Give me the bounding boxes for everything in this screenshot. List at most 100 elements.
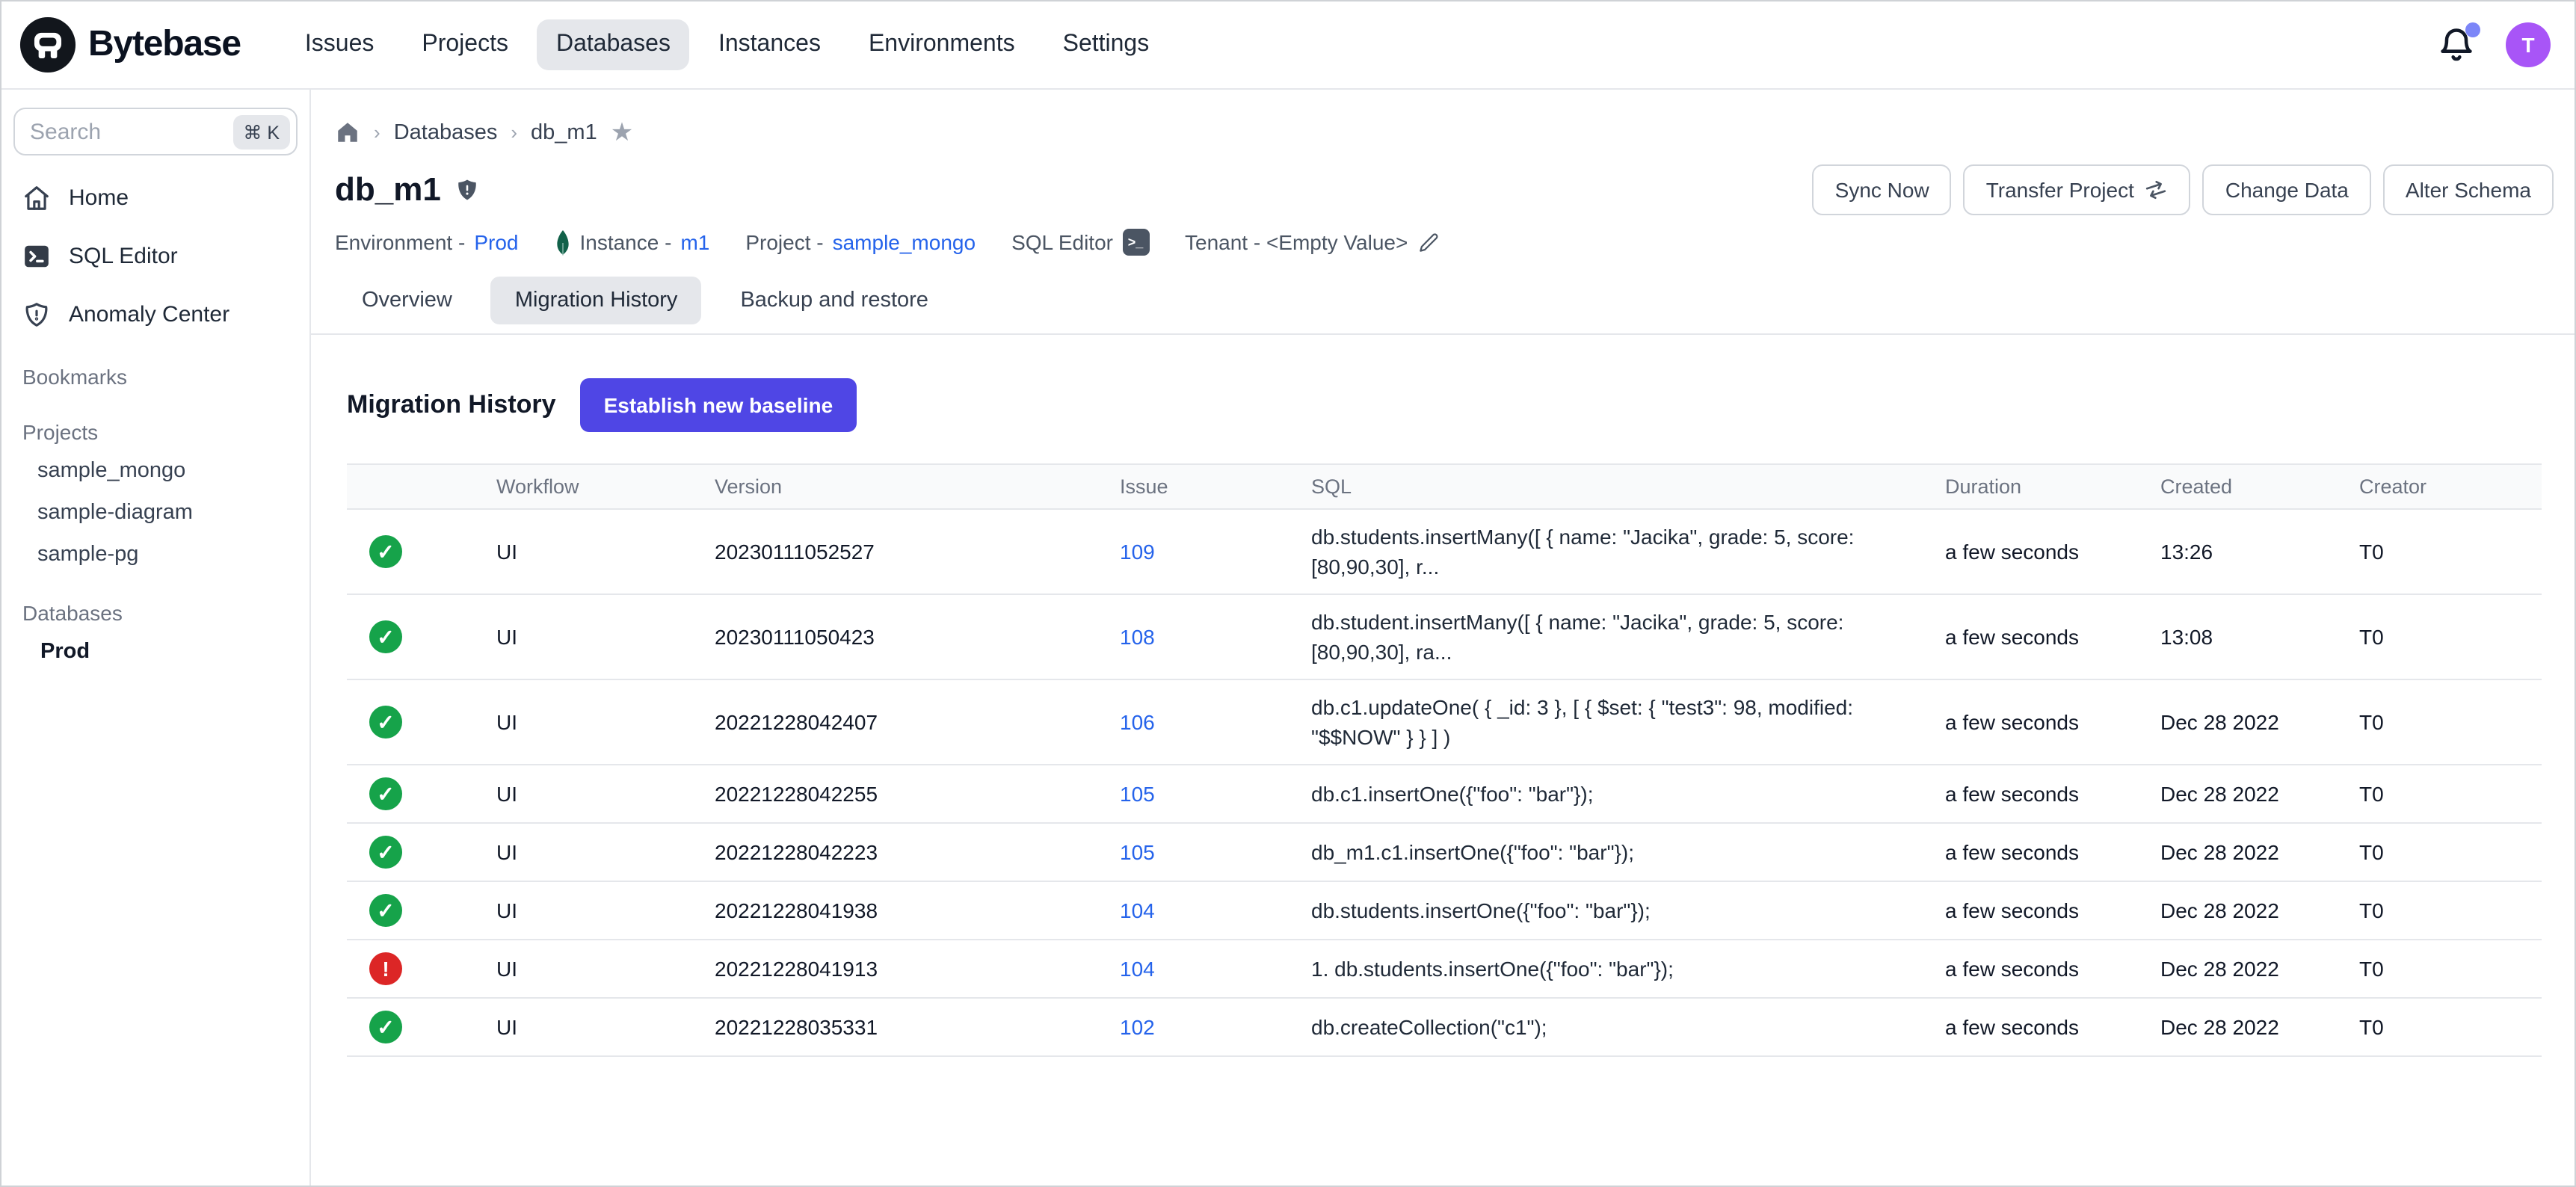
notification-bell-icon[interactable] xyxy=(2437,25,2476,64)
issue-link[interactable]: 108 xyxy=(1120,625,1155,649)
sql-editor-terminal-icon[interactable]: >_ xyxy=(1122,229,1149,256)
table-row[interactable]: UI 20221228042407 106 db.c1.updateOne( {… xyxy=(347,680,2542,765)
change-data-button[interactable]: Change Data xyxy=(2203,164,2371,215)
top-navigation-bar: Bytebase Issues Projects Databases Insta… xyxy=(1,1,2575,90)
breadcrumb-databases[interactable]: Databases xyxy=(394,120,498,144)
sidebar-project-sample-pg[interactable]: sample-pg xyxy=(13,534,298,576)
environment-link[interactable]: Prod xyxy=(474,230,518,254)
version-cell: 20230111050423 xyxy=(715,613,1120,661)
table-row[interactable]: UI 20221228042223 105 db_m1.c1.insertOne… xyxy=(347,824,2542,882)
topbar-right: T xyxy=(2437,22,2551,67)
sidebar-section-bookmarks: Bookmarks xyxy=(13,351,298,395)
sync-now-button[interactable]: Sync Now xyxy=(1813,164,1952,215)
creator-cell: T0 xyxy=(2359,698,2542,746)
sql-cell: 1. db.students.insertOne({"foo": "bar"})… xyxy=(1311,942,1945,996)
creator-cell: T0 xyxy=(2359,528,2542,576)
transfer-project-button[interactable]: Transfer Project xyxy=(1964,164,2191,215)
breadcrumb-db-m1[interactable]: db_m1 xyxy=(531,120,597,144)
bookmark-star-icon[interactable]: ★ xyxy=(611,120,634,145)
search-shortcut-badge: ⌘ K xyxy=(232,114,290,149)
nav-item-environments[interactable]: Environments xyxy=(849,19,1035,70)
sidebar-section-databases: Databases xyxy=(13,588,298,631)
error-exclamation-icon xyxy=(369,952,402,985)
creator-cell: T0 xyxy=(2359,1003,2542,1051)
sidebar: ⌘ K Home xyxy=(1,90,311,1186)
sidebar-section-projects: Projects xyxy=(13,407,298,450)
database-tabs: Overview Migration History Backup and re… xyxy=(311,277,2575,335)
table-body: UI 20230111052527 109 db.students.insert… xyxy=(347,510,2542,1057)
issue-link[interactable]: 105 xyxy=(1120,840,1155,864)
table-row[interactable]: UI 20221228041913 104 1. db.students.ins… xyxy=(347,940,2542,999)
creator-cell: T0 xyxy=(2359,613,2542,661)
version-cell: 20230111052527 xyxy=(715,528,1120,576)
main-content: › Databases › db_m1 ★ db_m1 xyxy=(311,90,2575,1186)
instance-link[interactable]: m1 xyxy=(680,230,709,254)
creator-cell: T0 xyxy=(2359,887,2542,934)
workflow-cell: UI xyxy=(496,528,715,576)
table-row[interactable]: UI 20221228042255 105 db.c1.insertOne({"… xyxy=(347,765,2542,824)
sql-cell: db.createCollection("c1"); xyxy=(1311,1000,1945,1054)
sidebar-item-label: Anomaly Center xyxy=(69,302,229,327)
alter-schema-button[interactable]: Alter Schema xyxy=(2383,164,2554,215)
sidebar-database-prod[interactable]: Prod xyxy=(13,631,298,673)
bytebase-logo[interactable]: Bytebase xyxy=(19,16,241,73)
issue-link[interactable]: 104 xyxy=(1120,898,1155,922)
issue-link[interactable]: 102 xyxy=(1120,1015,1155,1039)
issue-link[interactable]: 105 xyxy=(1120,782,1155,806)
migration-table: Workflow Version Issue SQL Duration Crea… xyxy=(347,463,2542,1057)
column-header-created: Created xyxy=(2160,465,2359,508)
column-header-duration: Duration xyxy=(1945,465,2160,508)
version-cell: 20221228041938 xyxy=(715,887,1120,934)
sidebar-item-sql-editor[interactable]: SQL Editor xyxy=(13,232,298,281)
sidebar-item-anomaly-center[interactable]: Anomaly Center xyxy=(13,290,298,339)
column-header-issue: Issue xyxy=(1120,465,1311,508)
success-check-icon xyxy=(369,1011,402,1043)
project-link[interactable]: sample_mongo xyxy=(833,230,976,254)
nav-item-issues[interactable]: Issues xyxy=(286,19,394,70)
tab-migration-history[interactable]: Migration History xyxy=(491,277,702,324)
success-check-icon xyxy=(369,836,402,869)
sidebar-item-home[interactable]: Home xyxy=(13,173,298,223)
tab-backup-and-restore[interactable]: Backup and restore xyxy=(716,277,952,324)
search-input[interactable] xyxy=(30,119,224,144)
breadcrumb-home-icon[interactable] xyxy=(335,120,360,145)
title-row: db_m1 Sync Now xyxy=(335,164,2554,215)
migration-history-title: Migration History xyxy=(347,390,556,420)
sql-cell: db.student.insertMany([ { name: "Jacika"… xyxy=(1311,595,1945,679)
transfer-arrows-icon xyxy=(2142,175,2172,205)
column-header-status xyxy=(347,476,496,497)
terminal-icon xyxy=(22,242,51,271)
table-row[interactable]: UI 20230111052527 109 db.students.insert… xyxy=(347,510,2542,595)
success-check-icon xyxy=(369,777,402,810)
version-cell: 20221228041913 xyxy=(715,945,1120,993)
table-row[interactable]: UI 20221228035331 102 db.createCollectio… xyxy=(347,999,2542,1057)
establish-baseline-button[interactable]: Establish new baseline xyxy=(580,378,857,432)
nav-item-databases[interactable]: Databases xyxy=(537,19,690,70)
tab-overview[interactable]: Overview xyxy=(338,277,476,324)
chevron-right-icon: › xyxy=(511,121,517,144)
workflow-cell: UI xyxy=(496,770,715,818)
meta-environment: Environment - Prod xyxy=(335,230,518,254)
table-row[interactable]: UI 20221228041938 104 db.students.insert… xyxy=(347,882,2542,940)
table-row[interactable]: UI 20230111050423 108 db.student.insertM… xyxy=(347,595,2542,680)
created-cell: Dec 28 2022 xyxy=(2160,945,2359,993)
nav-item-settings[interactable]: Settings xyxy=(1044,19,1169,70)
user-avatar[interactable]: T xyxy=(2506,22,2551,67)
duration-cell: a few seconds xyxy=(1945,770,2160,818)
version-cell: 20221228035331 xyxy=(715,1003,1120,1051)
sidebar-project-sample-diagram[interactable]: sample-diagram xyxy=(13,492,298,534)
issue-link[interactable]: 104 xyxy=(1120,957,1155,981)
sidebar-project-sample-mongo[interactable]: sample_mongo xyxy=(13,450,298,492)
version-cell: 20221228042407 xyxy=(715,698,1120,746)
created-cell: Dec 28 2022 xyxy=(2160,770,2359,818)
issue-link[interactable]: 106 xyxy=(1120,710,1155,734)
meta-instance: Instance - m1 xyxy=(554,229,709,255)
workflow-cell: UI xyxy=(496,945,715,993)
nav-item-instances[interactable]: Instances xyxy=(699,19,840,70)
protected-shield-icon xyxy=(455,176,480,203)
edit-pencil-icon[interactable] xyxy=(1417,231,1439,253)
created-cell: Dec 28 2022 xyxy=(2160,828,2359,876)
issue-link[interactable]: 109 xyxy=(1120,540,1155,564)
nav-item-projects[interactable]: Projects xyxy=(402,19,528,70)
version-cell: 20221228042255 xyxy=(715,770,1120,818)
